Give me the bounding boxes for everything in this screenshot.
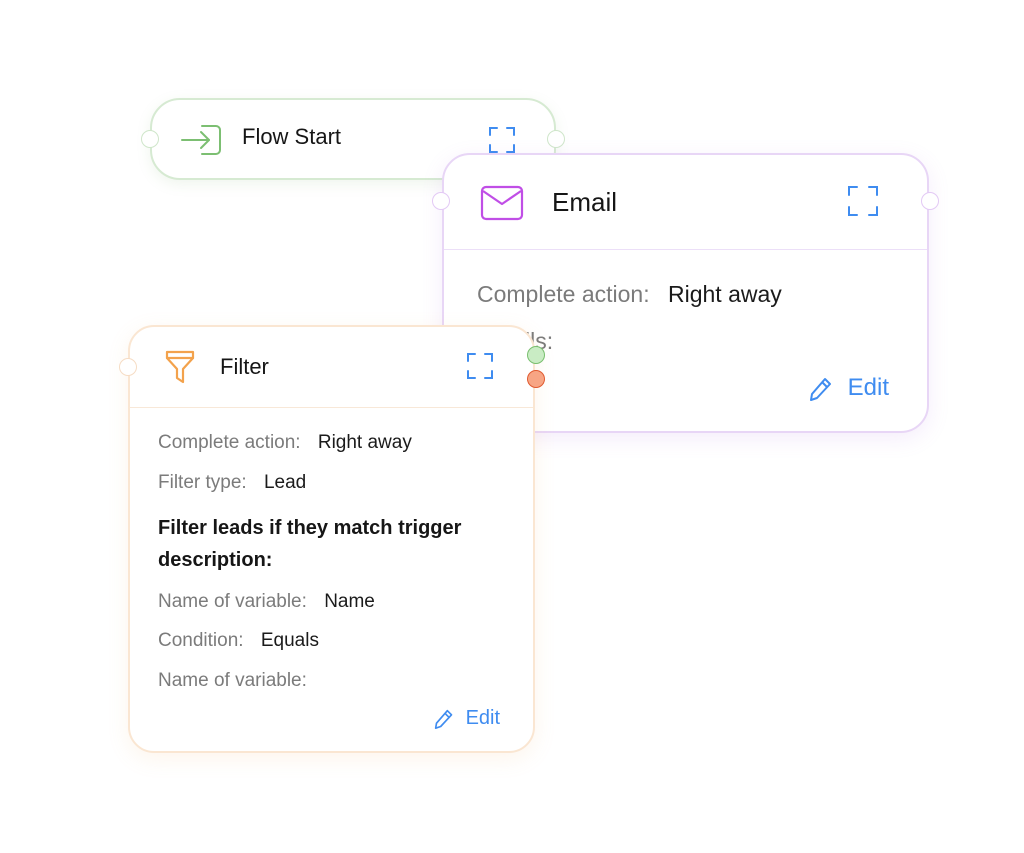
complete-action-value: Right away — [317, 432, 412, 453]
condition-label: Condition: — [158, 630, 244, 651]
funnel-icon — [164, 349, 196, 392]
edit-label: Edit — [847, 374, 890, 401]
filter-type-label: Filter type: — [158, 472, 247, 493]
expand-icon[interactable] — [847, 185, 879, 222]
node-header: Email — [444, 155, 927, 250]
name-variable-value: Name — [324, 591, 375, 612]
input-port[interactable] — [119, 358, 137, 376]
name-variable-label: Name of variable: — [158, 591, 307, 612]
pencil-icon — [809, 374, 840, 401]
failure-port[interactable] — [527, 370, 545, 388]
condition-value: Equals — [260, 630, 319, 651]
filter-type-value: Lead — [263, 472, 307, 493]
node-title: Email — [552, 187, 618, 217]
output-port[interactable] — [547, 130, 565, 148]
expand-icon[interactable] — [466, 352, 494, 385]
node-header: Filter — [130, 327, 533, 408]
filter-type-row: Filter type: Lead — [158, 472, 306, 494]
condition-row: Condition: Equals — [158, 630, 319, 652]
success-port[interactable] — [527, 346, 545, 364]
node-title: Filter — [220, 354, 269, 379]
enter-arrow-icon — [180, 122, 224, 163]
pencil-icon — [434, 707, 460, 729]
name-variable-label-2: Name of variable: — [158, 670, 307, 691]
filter-description: Filter leads if they match trigger descr… — [158, 517, 462, 571]
output-port[interactable] — [921, 192, 939, 210]
envelope-icon — [480, 185, 524, 226]
input-port[interactable] — [432, 192, 450, 210]
complete-action-label: Complete action: — [477, 281, 650, 307]
edit-button[interactable]: Edit — [434, 707, 500, 730]
name-variable-row: Name of variable: Name — [158, 591, 375, 613]
complete-action-value: Right away — [667, 281, 782, 307]
filter-node[interactable]: Filter Complete action: Right away Filte… — [119, 325, 545, 753]
edit-label: Edit — [465, 707, 501, 729]
name-variable-row-2: Name of variable: — [158, 670, 307, 692]
input-port[interactable] — [141, 130, 159, 148]
flow-canvas: Flow Start Email Complete action: Right … — [0, 0, 1024, 853]
complete-action-row: Complete action: Right away — [158, 432, 412, 454]
complete-action-label: Complete action: — [158, 432, 301, 453]
node-title: Flow Start — [242, 124, 342, 149]
complete-action-row: Complete action: Right away — [477, 281, 782, 308]
edit-button[interactable]: Edit — [809, 374, 889, 402]
